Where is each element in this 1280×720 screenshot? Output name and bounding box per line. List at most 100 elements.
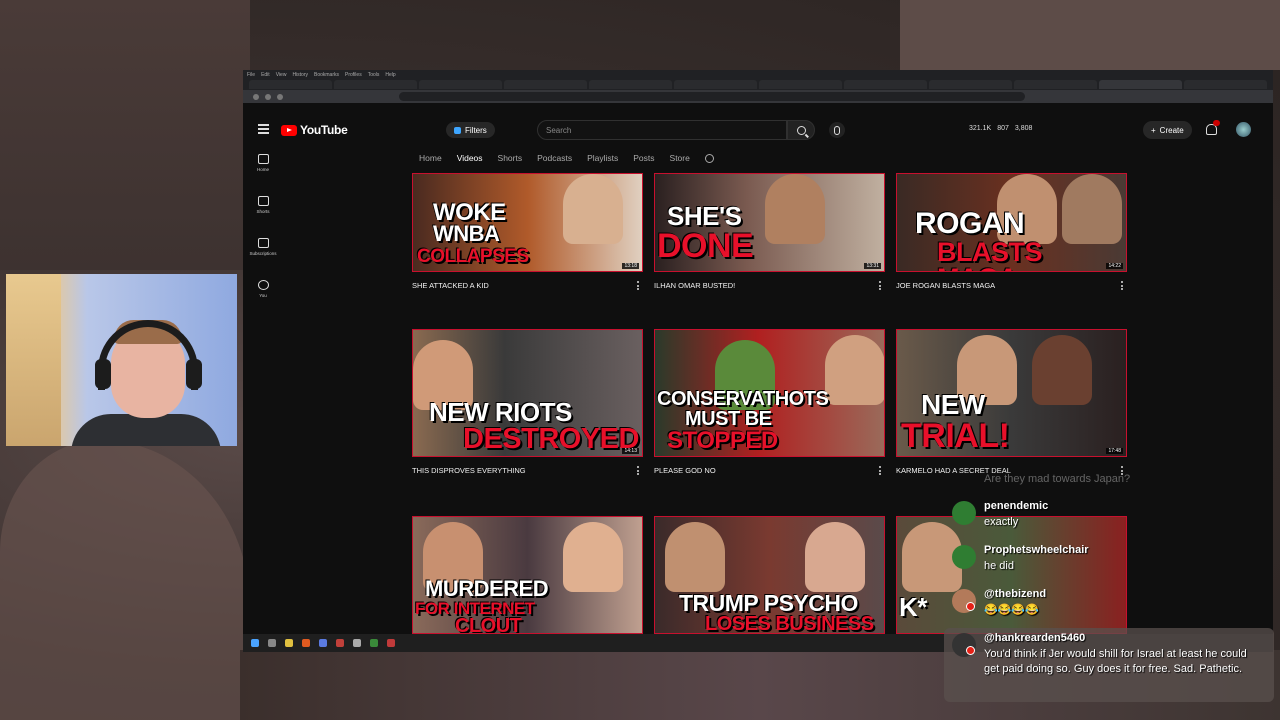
video-title[interactable]: JOE ROGAN BLASTS MAGA — [896, 281, 995, 290]
video-title[interactable]: PLEASE GOD NO — [654, 466, 716, 475]
video-thumbnail[interactable]: ROGAN BLASTS MAGA 14:22 — [896, 173, 1127, 272]
forward-icon[interactable] — [265, 93, 271, 100]
browser-tab[interactable] — [674, 80, 757, 89]
video-card[interactable]: NEW RIOTS DESTROYED 14:13 THIS DISPROVES… — [412, 329, 643, 478]
guide-item-home[interactable]: Home — [243, 154, 283, 196]
browser-tab[interactable] — [844, 80, 927, 89]
browser-tab[interactable] — [589, 80, 672, 89]
create-button[interactable]: + Create — [1143, 121, 1192, 139]
tab-home[interactable]: Home — [419, 153, 442, 163]
home-icon — [257, 154, 269, 164]
video-thumbnail[interactable]: MURDERED FOR INTERNET CLOUT — [412, 516, 643, 634]
thumbnail-caption: DESTROYED — [463, 423, 639, 455]
tab-videos[interactable]: Videos — [457, 153, 483, 163]
menu-edit[interactable]: Edit — [261, 72, 270, 78]
more-options-icon[interactable] — [1121, 281, 1123, 290]
mini-guide: Home Shorts Subscriptions You — [243, 154, 283, 322]
video-thumbnail[interactable]: SHE'S DONE 13:31 — [654, 173, 885, 272]
guide-item-you[interactable]: You — [243, 280, 283, 322]
duration-badge: 17:48 — [1106, 448, 1123, 454]
video-thumbnail[interactable]: CONSERVATHOTS MUST BE STOPPED — [654, 329, 885, 457]
browser-tab[interactable] — [1014, 80, 1097, 89]
browser-tab[interactable] — [504, 80, 587, 89]
back-icon[interactable] — [253, 93, 259, 100]
video-card[interactable]: CONSERVATHOTS MUST BE STOPPED PLEASE GOD… — [654, 329, 885, 478]
tab-shorts[interactable]: Shorts — [498, 153, 523, 163]
menu-icon[interactable] — [258, 124, 269, 136]
video-title[interactable]: ILHAN OMAR BUSTED! — [654, 281, 735, 290]
video-thumbnail[interactable]: NEW RIOTS DESTROYED 14:13 — [412, 329, 643, 457]
voice-search-button[interactable] — [829, 122, 845, 138]
app-icon[interactable] — [353, 639, 361, 647]
menu-help[interactable]: Help — [385, 72, 395, 78]
video-card[interactable]: ROGAN BLASTS MAGA 14:22 JOE ROGAN BLASTS… — [896, 173, 1127, 293]
browser-tab-active[interactable] — [1099, 80, 1182, 89]
filters-button[interactable]: Filters — [446, 122, 495, 138]
guide-label: You — [259, 293, 267, 298]
more-options-icon[interactable] — [879, 281, 881, 290]
thumbnail-caption: WNBA — [433, 221, 500, 246]
more-options-icon[interactable] — [879, 466, 881, 475]
menu-profiles[interactable]: Profiles — [345, 72, 362, 78]
menu-view[interactable]: View — [276, 72, 287, 78]
app-icon[interactable] — [302, 639, 310, 647]
video-card[interactable]: TRUMP PSYCHO LOSES BUSINESS — [654, 516, 885, 634]
more-options-icon[interactable] — [637, 281, 639, 290]
menu-file[interactable]: File — [247, 72, 255, 78]
webcam-overlay — [6, 274, 237, 446]
video-thumbnail[interactable]: NEW TRIAL! 17:48 — [896, 329, 1127, 457]
video-card[interactable]: WOKE WNBA COLLAPSES 13:18 SHE ATTACKED A… — [412, 173, 643, 293]
youtube-logo[interactable]: YouTube — [281, 123, 348, 137]
avatar[interactable] — [1236, 122, 1251, 137]
browser-tab[interactable] — [1184, 80, 1267, 89]
guide-item-shorts[interactable]: Shorts — [243, 196, 283, 238]
browser-tab[interactable] — [929, 80, 1012, 89]
browser-tab[interactable] — [759, 80, 842, 89]
chat-username: Prophetswheelchair — [984, 544, 1089, 556]
address-bar — [243, 90, 1273, 103]
video-card[interactable]: NEW TRIAL! 17:48 KARMELO HAD A SECRET DE… — [896, 329, 1127, 478]
video-card[interactable]: MURDERED FOR INTERNET CLOUT — [412, 516, 643, 634]
plus-icon: + — [1151, 125, 1156, 135]
reload-icon[interactable] — [277, 93, 283, 100]
app-icon[interactable] — [387, 639, 395, 647]
search-input[interactable]: Search — [537, 120, 787, 140]
duration-badge: 14:13 — [622, 448, 639, 454]
notification-badge — [1213, 120, 1220, 126]
filters-label: Filters — [465, 125, 487, 135]
menu-history[interactable]: History — [292, 72, 308, 78]
thumbnail-caption: TRUMP PSYCHO — [679, 590, 858, 616]
youtube-header: YouTube Filters Search 321.1K 807 3,808 … — [243, 104, 1273, 148]
tab-podcasts[interactable]: Podcasts — [537, 153, 572, 163]
url-field[interactable] — [399, 92, 1025, 101]
browser-tab[interactable] — [249, 80, 332, 89]
start-icon[interactable] — [251, 639, 259, 647]
thumbnail-caption: ROGAN — [915, 207, 1025, 240]
tab-store[interactable]: Store — [670, 153, 690, 163]
search-button[interactable] — [787, 120, 815, 140]
menu-bookmarks[interactable]: Bookmarks — [314, 72, 339, 78]
guide-label: Home — [256, 167, 269, 172]
app-icon[interactable] — [370, 639, 378, 647]
chat-faded-message: Are they mad towards Japan? — [984, 473, 1131, 485]
more-options-icon[interactable] — [637, 466, 639, 475]
folder-icon[interactable] — [285, 639, 293, 647]
browser-tab[interactable] — [419, 80, 502, 89]
video-thumbnail[interactable]: WOKE WNBA COLLAPSES 13:18 — [412, 173, 643, 272]
video-title[interactable]: THIS DISPROVES EVERYTHING — [412, 466, 526, 475]
video-card[interactable]: SHE'S DONE 13:31 ILHAN OMAR BUSTED! — [654, 173, 885, 293]
microphone-icon — [834, 125, 840, 135]
channel-search-icon[interactable] — [704, 153, 714, 163]
chat-text: You'd think if Jer would shill for Israe… — [984, 648, 1247, 675]
video-title[interactable]: SHE ATTACKED A KID — [412, 281, 489, 290]
tab-posts[interactable]: Posts — [633, 153, 654, 163]
browser-tab[interactable] — [334, 80, 417, 89]
menu-tools[interactable]: Tools — [368, 72, 380, 78]
tab-playlists[interactable]: Playlists — [587, 153, 618, 163]
search-icon[interactable] — [268, 639, 276, 647]
app-icon[interactable] — [319, 639, 327, 647]
app-icon[interactable] — [336, 639, 344, 647]
stat-value: 321.1K — [969, 125, 992, 132]
guide-item-subscriptions[interactable]: Subscriptions — [243, 238, 283, 280]
video-thumbnail[interactable]: TRUMP PSYCHO LOSES BUSINESS — [654, 516, 885, 634]
